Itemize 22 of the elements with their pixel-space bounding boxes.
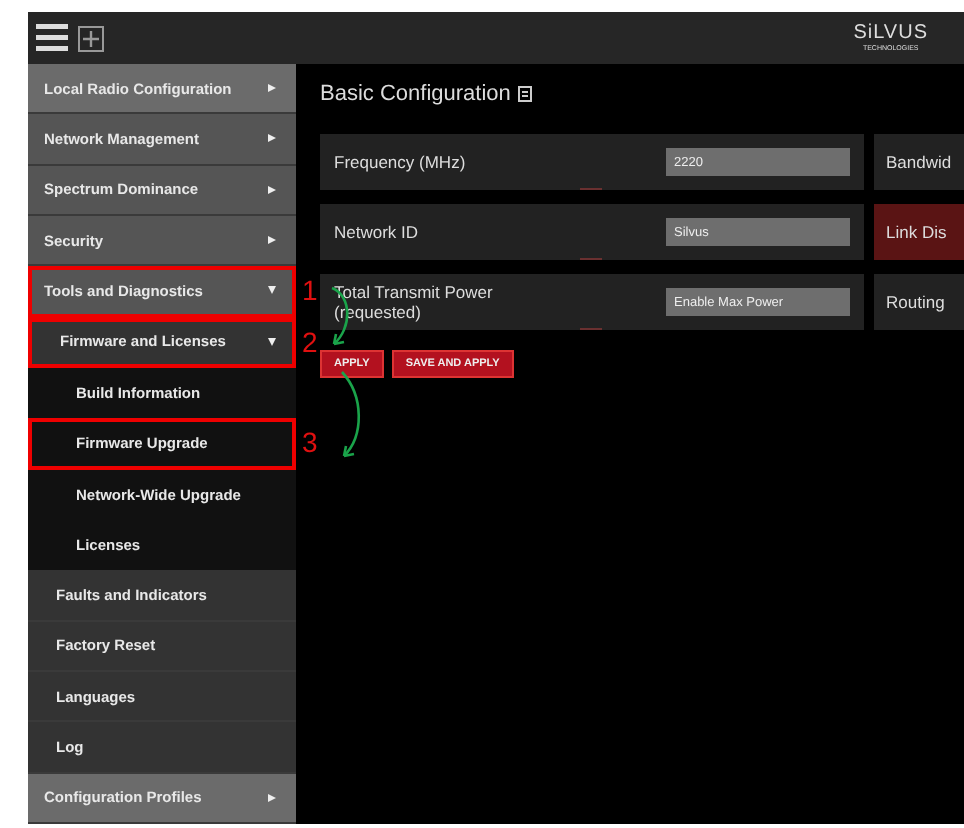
caret-down-icon	[268, 337, 276, 346]
underline-mark	[580, 327, 602, 330]
field-label: Network ID	[334, 222, 421, 242]
caret-right-icon	[268, 793, 276, 802]
underline-mark	[580, 187, 602, 190]
underline-mark	[580, 257, 602, 260]
callout-number: 3	[302, 426, 318, 459]
document-icon[interactable]	[518, 86, 533, 102]
callout-number: 1	[302, 274, 318, 307]
caret-right-icon	[268, 236, 276, 245]
menu-icon[interactable]	[36, 24, 68, 52]
caret-right-icon	[268, 134, 276, 143]
field-label: Bandwid	[886, 152, 952, 172]
field-label: Link Dis	[886, 222, 947, 242]
caret-right-icon	[268, 185, 276, 194]
callout-number: 2	[302, 325, 318, 358]
caret-right-icon	[268, 84, 276, 93]
caret-down-icon	[268, 286, 276, 295]
page-title: Basic Configuration	[320, 82, 511, 106]
field-label: Routing	[886, 292, 945, 312]
field-label: Frequency (MHz)	[334, 152, 468, 172]
add-icon[interactable]	[78, 25, 104, 51]
